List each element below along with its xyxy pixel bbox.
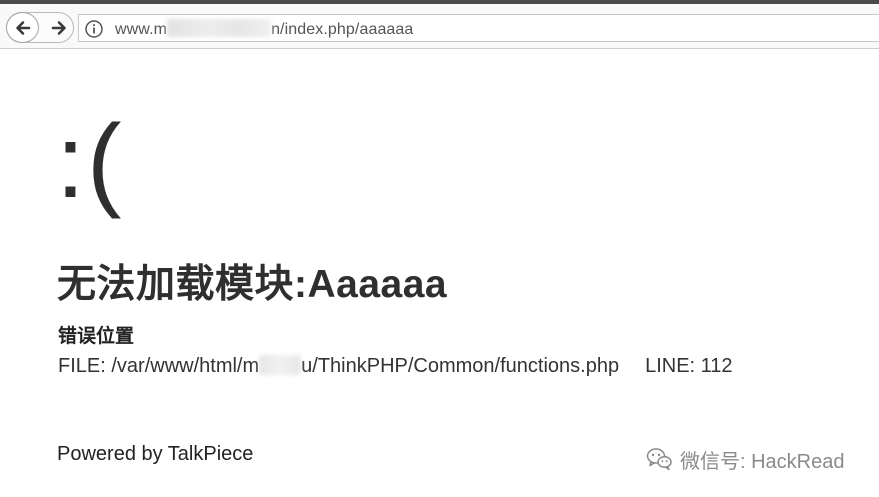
nav-buttons <box>6 12 74 43</box>
forward-button[interactable] <box>45 13 73 42</box>
arrow-right-icon <box>51 20 66 35</box>
arrow-left-icon <box>15 20 30 35</box>
powered-by-text: Powered by TalkPiece <box>57 443 254 465</box>
error-file-line: FILE: /var/www/html/m u/ThinkPHP/Common/f… <box>58 355 733 378</box>
info-circle-icon[interactable] <box>84 19 104 39</box>
redacted-hostname <box>167 19 272 37</box>
file-path-prefix: FILE: /var/www/html/m <box>58 355 260 377</box>
watermark-text: 微信号: HackRead <box>680 450 845 473</box>
error-location-title: 错误位置 <box>58 326 135 347</box>
wechat-watermark: 微信号: HackRead <box>646 445 845 473</box>
sad-face: :( <box>56 104 124 220</box>
error-line-number: LINE: 112 <box>645 355 733 377</box>
back-button[interactable] <box>6 12 39 43</box>
error-headline: 无法加载模块:Aaaaaa <box>57 263 448 306</box>
url-prefix: www.m <box>115 21 168 38</box>
redacted-path <box>259 355 302 375</box>
file-path-suffix: u/ThinkPHP/Common/functions.php <box>301 355 620 377</box>
url-suffix: n/index.php/aaaaaa <box>271 21 414 38</box>
address-bar[interactable]: www.m n/index.php/aaaaaa <box>78 14 879 42</box>
url-text[interactable]: www.m n/index.php/aaaaaa <box>115 19 413 39</box>
wechat-icon <box>646 448 672 471</box>
browser-toolbar: www.m n/index.php/aaaaaa <box>0 4 879 49</box>
